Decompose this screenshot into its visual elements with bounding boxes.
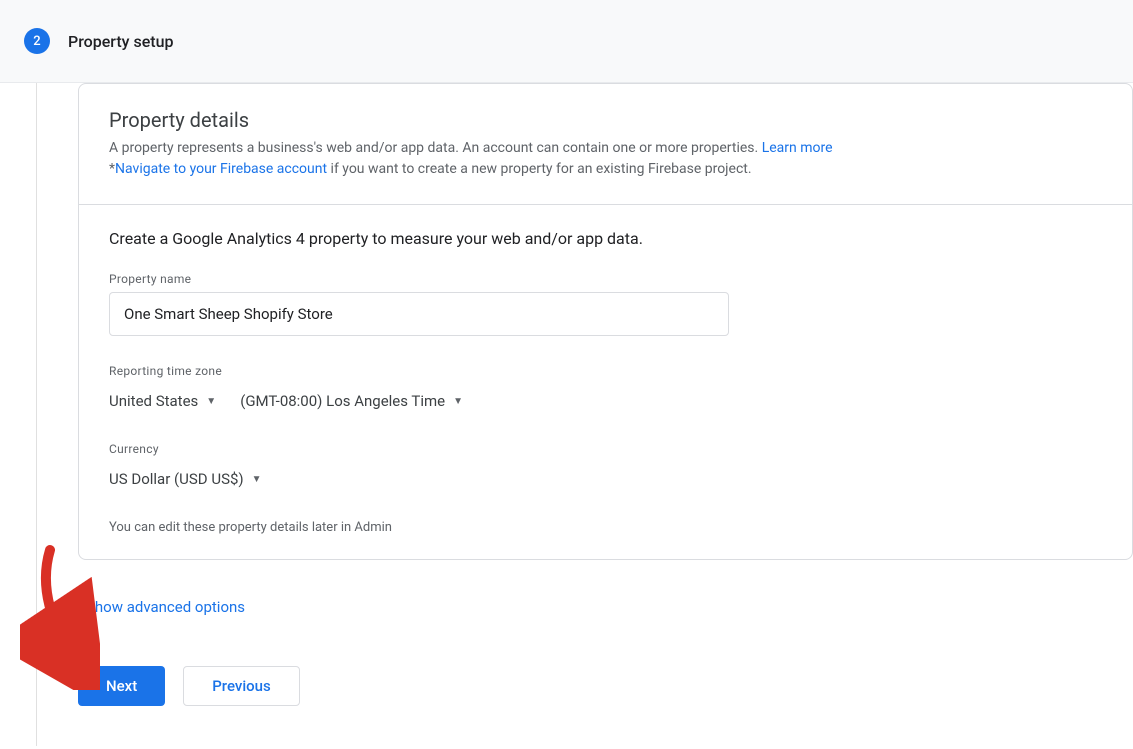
previous-button[interactable]: Previous bbox=[183, 666, 300, 706]
property-details-card: Property details A property represents a… bbox=[78, 83, 1133, 560]
description-text: A property represents a business's web a… bbox=[109, 140, 762, 156]
chevron-down-icon: ▼ bbox=[453, 396, 463, 407]
form-sub-heading: Create a Google Analytics 4 property to … bbox=[109, 229, 1102, 248]
timezone-value: (GMT-08:00) Los Angeles Time bbox=[240, 392, 445, 410]
property-name-input[interactable] bbox=[109, 292, 729, 336]
property-details-heading: Property details bbox=[109, 108, 1102, 132]
currency-group: Currency US Dollar (USD US$) ▼ bbox=[109, 442, 1102, 492]
step-header: 2 Property setup bbox=[0, 0, 1133, 83]
chevron-down-icon: ▼ bbox=[206, 396, 216, 407]
currency-value: US Dollar (USD US$) bbox=[109, 470, 244, 488]
edit-later-hint: You can edit these property details late… bbox=[109, 520, 1102, 535]
step-number-badge: 2 bbox=[24, 28, 50, 54]
timeline-line bbox=[36, 83, 37, 746]
currency-dropdown[interactable]: US Dollar (USD US$) ▼ bbox=[109, 466, 262, 492]
firebase-suffix: if you want to create a new property for… bbox=[327, 161, 751, 177]
currency-label: Currency bbox=[109, 442, 1102, 456]
next-button[interactable]: Next bbox=[78, 666, 165, 706]
property-details-description: A property represents a business's web a… bbox=[109, 138, 1102, 180]
firebase-link[interactable]: Navigate to your Firebase account bbox=[115, 161, 327, 177]
timezone-country-dropdown[interactable]: United States ▼ bbox=[109, 388, 216, 414]
chevron-down-icon: ▼ bbox=[252, 474, 262, 485]
timezone-value-dropdown[interactable]: (GMT-08:00) Los Angeles Time ▼ bbox=[240, 388, 463, 414]
learn-more-link[interactable]: Learn more bbox=[762, 140, 833, 156]
property-name-group: Property name bbox=[109, 272, 1102, 336]
timezone-group: Reporting time zone United States ▼ (GMT… bbox=[109, 364, 1102, 414]
step-title: Property setup bbox=[68, 32, 174, 51]
property-name-label: Property name bbox=[109, 272, 1102, 286]
timezone-country-value: United States bbox=[109, 392, 198, 410]
show-advanced-options-link[interactable]: Show advanced options bbox=[86, 598, 245, 616]
button-row: Next Previous bbox=[78, 666, 1133, 706]
timezone-label: Reporting time zone bbox=[109, 364, 1102, 378]
